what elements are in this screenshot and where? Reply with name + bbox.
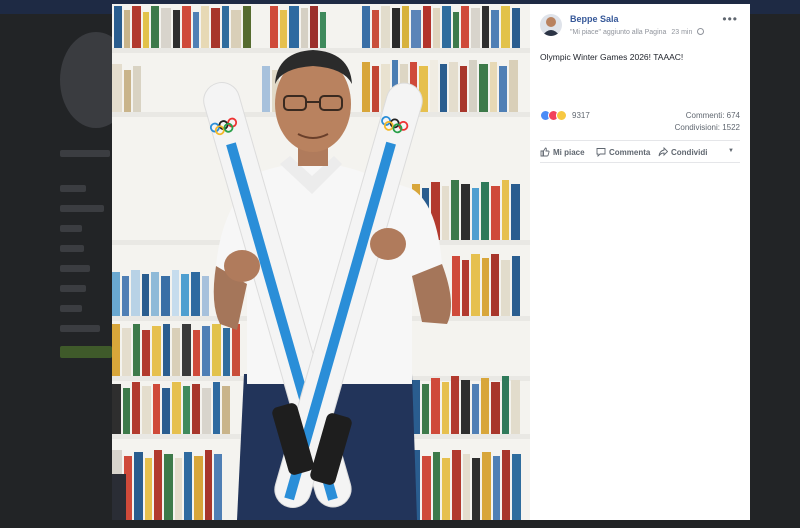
post-meta: "Mi piace" aggiunto alla Pagina 23 min [570,28,707,36]
post-time[interactable]: 23 min [671,29,692,36]
background-text-line [60,305,82,312]
like-button-label: Mi piace [553,147,585,157]
comment-button[interactable]: Commenta [596,147,650,157]
comment-icon [596,148,606,157]
background-text-line [60,285,86,292]
background-text-line [60,325,100,332]
globe-icon [697,28,705,35]
comment-button-label: Commenta [609,147,651,157]
background-text-line [60,245,84,252]
haha-reaction-icon [556,110,567,121]
share-button[interactable]: Condividi [658,147,707,157]
comments-count[interactable]: Commenti: 674 [675,110,740,122]
post-photo[interactable] [112,4,530,520]
divider [540,162,740,163]
reactions-count: 9317 [572,111,590,120]
hand-right [370,228,406,260]
background-side [752,14,800,528]
post-text: Olympic Winter Games 2026! TAAAC! [540,52,684,62]
chevron-down-icon[interactable]: ▼ [728,148,734,154]
background-text-line [60,150,110,157]
share-icon [658,147,668,157]
background-text-line [60,225,82,232]
divider [540,140,740,141]
background-text-line [60,265,90,272]
thumbs-up-icon [540,147,550,157]
page-like-note: "Mi piace" aggiunto alla Pagina [570,29,667,36]
background-text-line [60,205,104,212]
background-text-line [60,185,86,192]
share-button-label: Condividi [671,147,708,157]
post-header: Beppe Sala "Mi piace" aggiunto alla Pagi… [540,12,740,44]
post-panel: Beppe Sala "Mi piace" aggiunto alla Pagi… [530,4,750,520]
background-button [60,346,112,358]
shares-count[interactable]: Condivisioni: 1522 [675,122,740,134]
author-name[interactable]: Beppe Sala [570,14,619,24]
more-options-icon[interactable]: ••• [722,13,738,25]
photo-illustration [112,4,530,520]
like-button[interactable]: Mi piace [540,147,585,157]
hand-left [224,250,260,282]
author-avatar[interactable] [540,14,562,36]
post-stats: Commenti: 674 Condivisioni: 1522 [675,110,740,134]
